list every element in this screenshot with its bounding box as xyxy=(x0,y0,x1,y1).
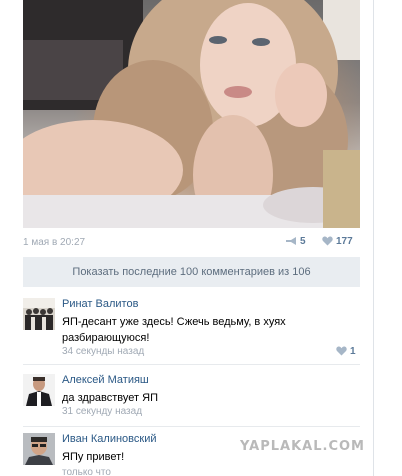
comment-author[interactable]: Алексей Матияш xyxy=(62,374,149,386)
comment-text: да здравствует ЯП xyxy=(62,392,158,404)
photo-illustration xyxy=(23,0,360,228)
avatar[interactable] xyxy=(23,298,55,330)
like-count: 177 xyxy=(336,236,353,247)
comment-author[interactable]: Иван Калиновский xyxy=(62,433,156,445)
avatar-image xyxy=(23,298,55,330)
share-button[interactable]: 5 xyxy=(285,236,306,247)
comment-time[interactable]: только что xyxy=(62,467,111,476)
avatar[interactable] xyxy=(23,374,55,406)
comment-time[interactable]: 31 секунду назад xyxy=(62,406,142,417)
comment: Ринат Валитов ЯП-десант уже здесь! Сжечь… xyxy=(23,298,360,358)
comment-divider xyxy=(23,426,360,427)
like-button[interactable]: 177 xyxy=(322,236,353,247)
heart-icon xyxy=(322,236,333,246)
comment-author[interactable]: Ринат Валитов xyxy=(62,298,138,310)
comment: Алексей Матияш да здравствует ЯП 31 секу… xyxy=(23,374,360,424)
megaphone-icon xyxy=(286,237,296,245)
post-date[interactable]: 1 мая в 20:27 xyxy=(23,237,85,248)
comment-divider xyxy=(23,364,360,365)
share-count: 5 xyxy=(300,236,306,247)
watermark: YAPLAKAL.COM xyxy=(240,439,365,454)
comment-time[interactable]: 34 секунды назад xyxy=(62,346,144,357)
heart-icon xyxy=(336,346,347,356)
avatar-image xyxy=(23,433,55,465)
show-more-comments-button[interactable]: Показать последние 100 комментариев из 1… xyxy=(23,257,360,287)
post-meta: 1 мая в 20:27 5 177 xyxy=(23,236,360,250)
post-photo[interactable] xyxy=(23,0,360,228)
right-border xyxy=(373,0,374,476)
avatar[interactable] xyxy=(23,433,55,465)
comment-like-button[interactable]: 1 xyxy=(336,346,356,357)
comment-like-count: 1 xyxy=(350,346,356,357)
comment-text: ЯП-десант уже здесь! Сжечь ведьму, в хуя… xyxy=(62,316,286,344)
avatar-image xyxy=(23,374,55,406)
